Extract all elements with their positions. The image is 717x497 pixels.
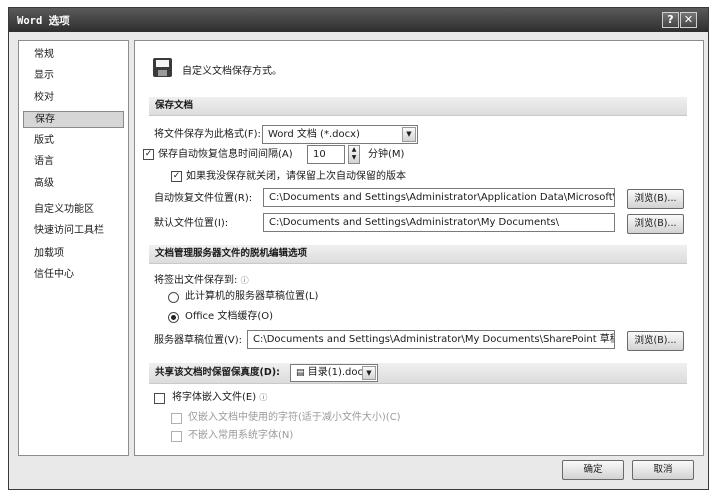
sidebar-item-display[interactable]: 显示 [23,68,124,85]
sidebar-item-trust-center[interactable]: 信任中心 [23,267,124,284]
title-bar: Word 选项 ? ✕ [9,8,708,32]
save-format-value: Word 文档 (*.docx) [268,129,360,140]
autorecover-label: 保存自动恢复信息时间间隔(A) [158,149,293,160]
sidebar-item-addins[interactable]: 加载项 [23,246,124,263]
info-icon: ⓘ [240,276,249,285]
section-offline-editing: 文档管理服务器文件的脱机编辑选项 [149,245,687,264]
office-cache-label: Office 文档缓存(O) [185,311,274,322]
window-title: Word 选项 [17,15,70,27]
server-drafts-location-label: 服务器草稿位置(V): [154,335,243,346]
info-icon: ⓘ [259,393,268,402]
sidebar-item-save[interactable]: 保存 [23,111,124,128]
browse-drafts-button[interactable]: 浏览(B)... [627,331,684,351]
chevron-down-icon: ▼ [362,366,376,380]
panel-header: 自定义文档保存方式。 [182,66,282,77]
server-drafts-label: 此计算机的服务器草稿位置(L) [185,291,319,302]
fidelity-document-dropdown[interactable]: ▤ 目录(1).doc ▼ [290,364,378,382]
no-system-fonts-checkbox[interactable] [171,431,182,442]
default-location-label: 默认文件位置(I): [154,218,229,229]
help-button[interactable]: ? [662,12,679,28]
sidebar-item-customize-ribbon[interactable]: 自定义功能区 [23,202,124,219]
keep-last-version-checkbox[interactable]: ✓ [171,171,182,182]
browse-autorecover-button[interactable]: 浏览(B)... [627,189,684,209]
embed-used-chars-label: 仅嵌入文档中使用的字符(适于减小文件大小)(C) [188,412,401,423]
server-drafts-radio[interactable] [168,292,179,303]
sidebar-item-quick-access[interactable]: 快速访问工具栏 [23,223,124,240]
sidebar-item-advanced[interactable]: 高级 [23,176,124,193]
embed-fonts-label: 将字体嵌入文件(E) ⓘ [172,392,268,403]
fidelity-title: 共享该文档时保留保真度(D): [155,367,280,378]
document-icon: ▤ [296,368,305,378]
keep-last-version-label: 如果我没保存就关闭，请保留上次自动保留的版本 [186,171,406,182]
office-cache-radio[interactable] [168,312,179,323]
sidebar-item-proofing[interactable]: 校对 [23,90,124,107]
server-drafts-location-input[interactable]: C:\Documents and Settings\Administrator\… [247,330,615,349]
autorecover-minutes-input[interactable]: 10 [307,145,345,164]
options-sidebar: 常规 显示 校对 保存 版式 语言 高级 自定义功能区 快速访问工具栏 加载项 … [18,40,129,456]
sidebar-item-layout[interactable]: 版式 [23,133,124,150]
autorecover-location-label: 自动恢复文件位置(R): [154,193,253,204]
minutes-label: 分钟(M) [368,149,405,160]
sidebar-item-language[interactable]: 语言 [23,154,124,171]
save-format-dropdown[interactable]: Word 文档 (*.docx) ▼ [262,125,418,144]
word-options-dialog: Word 选项 ? ✕ 常规 显示 校对 保存 版式 语言 高级 自定义功能区 … [8,7,709,490]
browse-default-button[interactable]: 浏览(B)... [627,214,684,234]
close-button[interactable]: ✕ [680,12,697,28]
fidelity-document-value: 目录(1).doc [307,367,364,378]
no-system-fonts-label: 不嵌入常用系统字体(N) [188,430,294,441]
autorecover-location-input[interactable]: C:\Documents and Settings\Administrator\… [263,188,615,207]
minutes-spinner[interactable]: ▲ ▼ [348,145,360,164]
ok-button[interactable]: 确定 [562,460,624,480]
sidebar-item-general[interactable]: 常规 [23,47,124,64]
default-location-input[interactable]: C:\Documents and Settings\Administrator\… [263,213,615,232]
section-save-documents: 保存文档 [149,97,687,116]
autorecover-checkbox[interactable]: ✓ [143,149,154,160]
section-fidelity: 共享该文档时保留保真度(D): [149,363,687,384]
save-options-panel: 自定义文档保存方式。 保存文档 将文件保存为此格式(F): Word 文档 (*… [134,40,704,456]
checkout-save-label: 将签出文件保存到: ⓘ [154,275,249,286]
chevron-down-icon: ▼ [402,127,416,142]
save-icon [153,58,172,77]
embed-used-chars-checkbox[interactable] [171,413,182,424]
cancel-button[interactable]: 取消 [632,460,694,480]
embed-fonts-checkbox[interactable] [154,393,165,404]
save-format-label: 将文件保存为此格式(F): [154,129,261,140]
